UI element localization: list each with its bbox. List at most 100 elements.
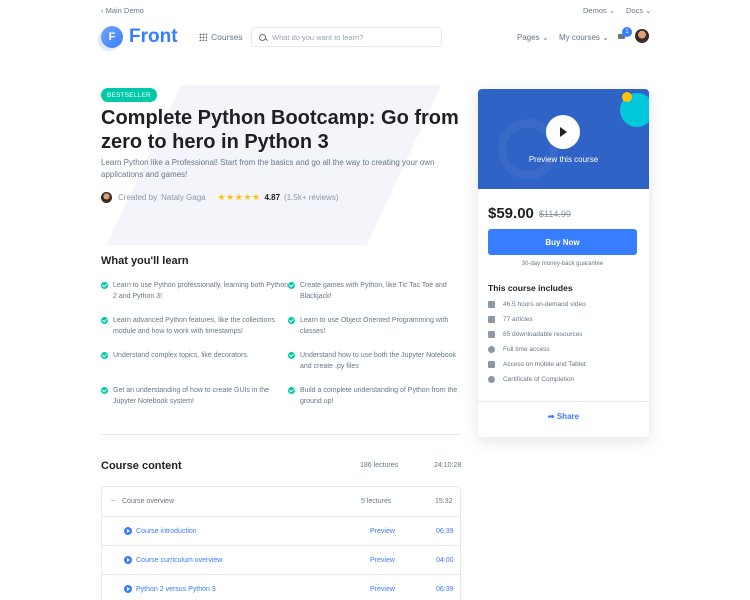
- rating-stars-icon: ★★★★★: [217, 191, 261, 202]
- search-input[interactable]: [272, 32, 437, 42]
- docs-dropdown[interactable]: Docs ⌄: [626, 6, 651, 15]
- learn-item: Learn advanced Python features, like the…: [101, 315, 288, 350]
- learn-item: Create games with Python, like Tic Tac T…: [288, 280, 461, 315]
- include-label: Certificate of Completion: [503, 376, 575, 383]
- chevron-down-icon: ⌄: [602, 33, 609, 42]
- purchase-card: Preview this course $59.00 $114.99 Buy N…: [478, 89, 649, 437]
- learn-item: Build a complete understanding of Python…: [288, 385, 461, 420]
- bestseller-badge: BESTSELLER: [101, 88, 157, 102]
- play-circle-icon: [124, 556, 132, 564]
- learn-item-text: Build a complete understanding of Python…: [300, 387, 458, 405]
- preview-label: Preview this course: [528, 155, 599, 164]
- check-icon: [288, 282, 295, 289]
- main-demo-link[interactable]: ‹ Main Demo: [101, 6, 144, 15]
- learn-item: Understand how to use both the Jupyter N…: [288, 350, 461, 385]
- section-name: Course overview: [122, 498, 175, 505]
- lecture-preview-link[interactable]: Preview: [370, 528, 395, 535]
- learn-list: Learn to use Python professionally, lear…: [101, 280, 461, 420]
- lecture-preview-link[interactable]: Preview: [370, 586, 395, 593]
- card-divider: [478, 401, 649, 402]
- docs-label: Docs: [626, 6, 644, 15]
- my-courses-dropdown[interactable]: My courses ⌄: [559, 33, 609, 42]
- lecture-row[interactable]: Course curriculum overview Preview 04:00: [102, 545, 460, 574]
- include-label: 46.5 hours on-demand video: [503, 301, 586, 308]
- pages-label: Pages: [517, 33, 540, 42]
- lecture-row[interactable]: Course introduction Preview 06:39: [102, 516, 460, 545]
- lecture-name: Python 2 versus Python 3: [136, 585, 216, 593]
- mobile-icon: [488, 361, 495, 368]
- course-preview-video[interactable]: Preview this course: [478, 89, 649, 189]
- learn-item: Understand complex topics, like decorato…: [101, 350, 288, 385]
- reviews-count: (1.5k+ reviews): [284, 192, 339, 202]
- learn-item-text: Understand complex topics, like decorato…: [113, 352, 249, 359]
- check-icon: [101, 317, 108, 324]
- chevron-down-icon: ⌄: [608, 6, 616, 15]
- section-divider: [101, 434, 461, 435]
- course-meta: Created by Nataly Gaga ★★★★★ 4.87 (1.5k+…: [101, 191, 339, 203]
- logo-text: Front: [129, 26, 178, 47]
- share-button[interactable]: ➦ Share: [478, 412, 649, 421]
- current-price: $59.00: [488, 205, 534, 222]
- total-duration: 24:10:28: [434, 462, 462, 469]
- main-demo-label: Main Demo: [105, 6, 144, 15]
- check-icon: [288, 317, 295, 324]
- share-icon: ➦: [547, 412, 555, 421]
- play-icon[interactable]: [546, 115, 580, 149]
- cart-button[interactable]: 1: [617, 27, 632, 42]
- certificate-icon: [488, 376, 495, 383]
- check-icon: [101, 352, 108, 359]
- total-lectures: 186 lectures: [360, 462, 399, 469]
- author-link[interactable]: Nataly Gaga: [161, 193, 205, 202]
- learn-item: Learn to use Python professionally, lear…: [101, 280, 288, 315]
- lecture-name: Course curriculum overview: [136, 556, 223, 564]
- include-label: 77 articles: [503, 316, 533, 323]
- search-box: [251, 27, 442, 47]
- pages-dropdown[interactable]: Pages ⌄: [517, 33, 549, 42]
- share-label: Share: [556, 412, 580, 421]
- learn-item-text: Create games with Python, like Tic Tac T…: [300, 282, 447, 300]
- check-icon: [288, 387, 295, 394]
- infinity-icon: [488, 346, 495, 353]
- user-avatar[interactable]: [635, 29, 649, 43]
- file-icon: [488, 331, 495, 338]
- chevron-down-icon: ⌄: [645, 6, 652, 15]
- demos-label: Demos: [583, 6, 607, 15]
- lecture-row[interactable]: Python 2 versus Python 3 Preview 06:39: [102, 574, 460, 600]
- header: F Front Courses Pages ⌄ My courses ⌄ 1: [0, 24, 750, 54]
- learn-item: Get an understanding of how to create GU…: [101, 385, 288, 420]
- learn-item-text: Learn advanced Python features, like the…: [113, 317, 275, 335]
- demos-dropdown[interactable]: Demos ⌄: [583, 6, 615, 15]
- chevron-down-icon: ⌄: [541, 33, 549, 42]
- learn-item: Learn to use Object Oriented Programming…: [288, 315, 461, 350]
- learn-section-title: What you'll learn: [101, 255, 189, 267]
- created-by-label: Created by: [118, 192, 158, 202]
- include-item: Full time access: [488, 342, 586, 357]
- include-item: Certificate of Completion: [488, 372, 586, 387]
- original-price: $114.99: [539, 209, 571, 219]
- include-item: 77 articles: [488, 312, 586, 327]
- lecture-preview-link[interactable]: Preview: [370, 557, 395, 564]
- lecture-duration: 06:39: [436, 527, 454, 535]
- include-label: Access on mobile and Tablet: [503, 361, 586, 368]
- collapse-icon: −: [111, 498, 116, 505]
- include-item: 46.5 hours on-demand video: [488, 297, 586, 312]
- includes-list: 46.5 hours on-demand video 77 articles 8…: [488, 297, 586, 387]
- buy-now-button[interactable]: Buy Now: [488, 229, 637, 255]
- include-item: Access on mobile and Tablet: [488, 357, 586, 372]
- include-item: 85 downloadable resources: [488, 327, 586, 342]
- author-avatar: [101, 191, 112, 203]
- include-label: 85 downloadable resources: [503, 331, 583, 338]
- learn-item-text: Get an understanding of how to create GU…: [113, 387, 270, 405]
- video-icon: [488, 301, 495, 308]
- rating-value: 4.87: [264, 192, 281, 202]
- logo[interactable]: F Front: [101, 26, 178, 48]
- my-courses-label: My courses: [559, 33, 600, 42]
- courses-menu-button[interactable]: Courses: [199, 32, 243, 42]
- article-icon: [488, 316, 495, 323]
- section-header-course-overview[interactable]: − Course overview 5 lectures 15:32: [102, 487, 460, 516]
- play-circle-icon: [124, 527, 132, 535]
- course-title: Complete Python Bootcamp: Go from zero t…: [101, 107, 459, 153]
- course-subtitle: Learn Python like a Professional! Start …: [101, 158, 435, 179]
- section-duration: 15:32: [435, 498, 453, 505]
- logo-icon: F: [101, 26, 123, 48]
